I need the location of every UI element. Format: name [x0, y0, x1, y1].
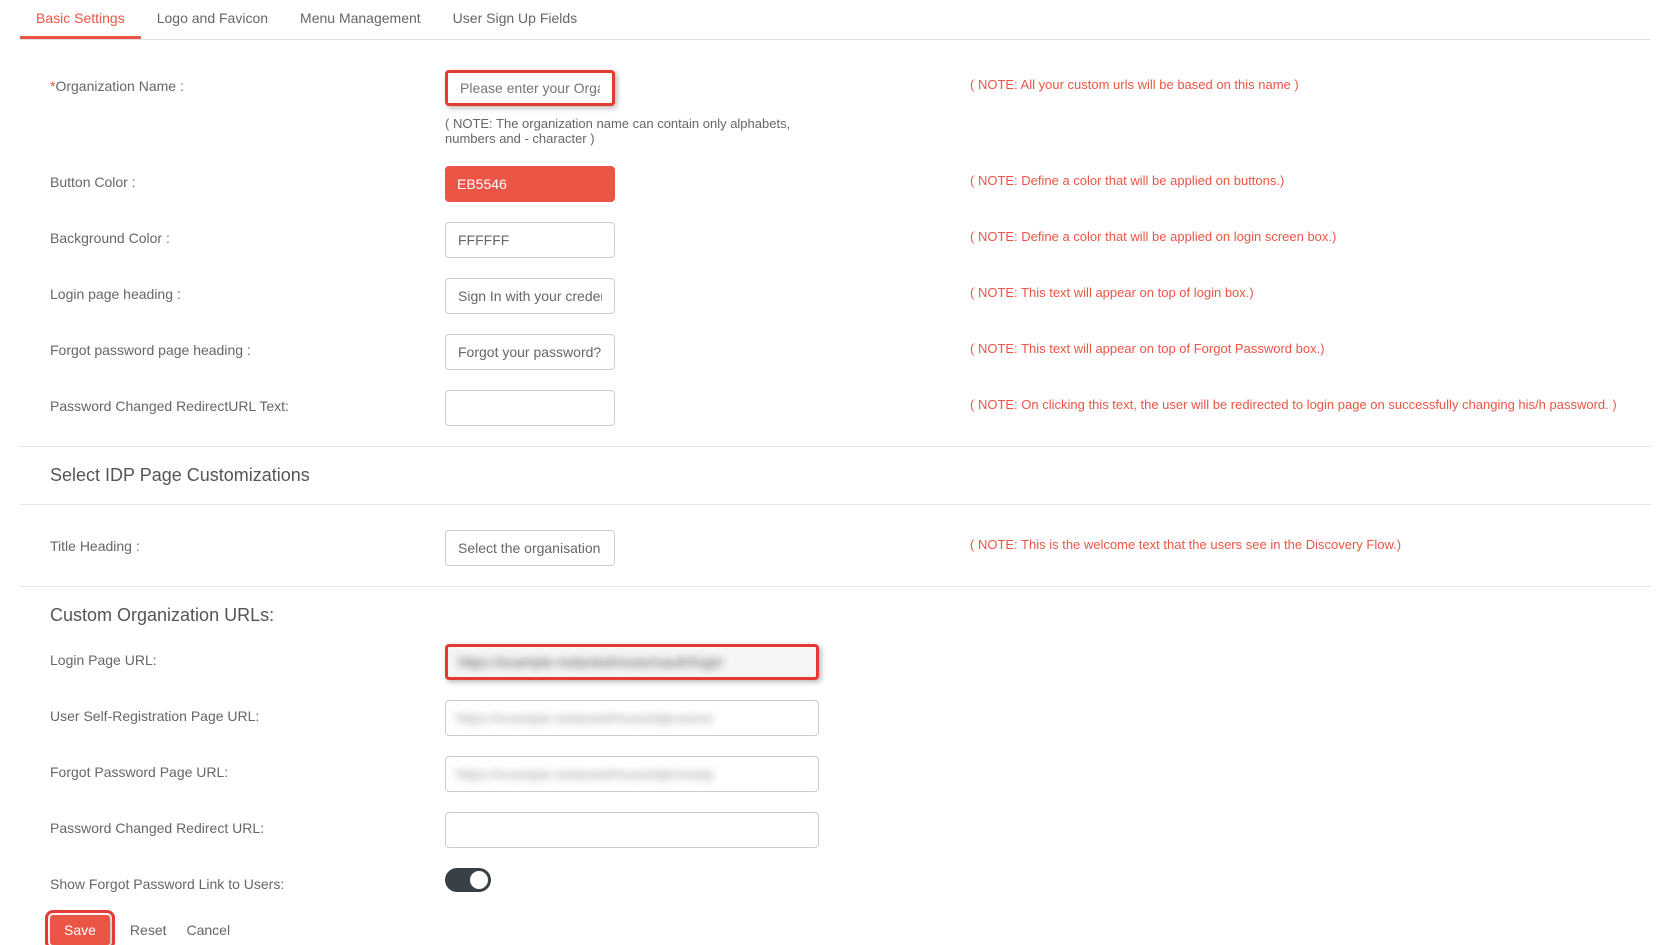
show-forgot-link-label: Show Forgot Password Link to Users: [50, 868, 445, 892]
row-password-redirect-text: Password Changed RedirectURL Text: ( NOT… [20, 390, 1651, 426]
row-organization-name: *Organization Name : ( NOTE: The organiz… [20, 70, 1651, 146]
row-login-heading: Login page heading : ( NOTE: This text w… [20, 278, 1651, 314]
title-heading-label: Title Heading : [50, 530, 445, 554]
password-changed-redirect-url-label: Password Changed Redirect URL: [50, 812, 445, 836]
row-login-url: Login Page URL: https://example-redacted… [20, 644, 1651, 680]
login-heading-input[interactable] [445, 278, 615, 314]
password-redirect-note: ( NOTE: On clicking this text, the user … [970, 397, 1617, 412]
self-registration-url-label: User Self-Registration Page URL: [50, 700, 445, 724]
password-changed-redirect-url-input[interactable] [445, 812, 819, 848]
password-redirect-label: Password Changed RedirectURL Text: [50, 390, 445, 414]
forgot-heading-note: ( NOTE: This text will appear on top of … [970, 341, 1325, 356]
show-forgot-toggle[interactable] [445, 868, 491, 892]
row-password-changed-redirect-url: Password Changed Redirect URL: [20, 812, 1651, 848]
custom-urls-heading: Custom Organization URLs: [20, 586, 1651, 644]
self-registration-url-value: https://example-redacted/moas/idp/usersr [456, 710, 808, 726]
login-heading-note: ( NOTE: This text will appear on top of … [970, 285, 1254, 300]
row-forgot-password-url: Forgot Password Page URL: https://exampl… [20, 756, 1651, 792]
cancel-button[interactable]: Cancel [187, 922, 231, 938]
forgot-heading-input[interactable] [445, 334, 615, 370]
organization-name-note: ( NOTE: All your custom urls will be bas… [970, 77, 1299, 92]
idp-section-heading: Select IDP Page Customizations [20, 446, 1651, 505]
forgot-heading-label: Forgot password page heading : [50, 334, 445, 358]
row-background-color: Background Color : ( NOTE: Define a colo… [20, 222, 1651, 258]
login-url-value: https://example-redacted/moas/oauth/logi… [458, 654, 806, 670]
tabs-bar: Basic Settings Logo and Favicon Menu Man… [20, 0, 1651, 40]
row-forgot-heading: Forgot password page heading : ( NOTE: T… [20, 334, 1651, 370]
button-color-input[interactable] [445, 166, 615, 202]
title-heading-input[interactable] [445, 530, 615, 566]
organization-name-label: *Organization Name : [50, 70, 445, 94]
tab-user-signup-fields[interactable]: User Sign Up Fields [437, 0, 594, 39]
background-color-label: Background Color : [50, 222, 445, 246]
login-heading-label: Login page heading : [50, 278, 445, 302]
tab-logo-favicon[interactable]: Logo and Favicon [141, 0, 284, 39]
button-color-note: ( NOTE: Define a color that will be appl… [970, 173, 1284, 188]
forgot-password-url-value: https://example-redacted/moas/idp/resetp [456, 766, 808, 782]
title-heading-note: ( NOTE: This is the welcome text that th… [970, 537, 1401, 552]
row-show-forgot-link: Show Forgot Password Link to Users: [20, 868, 1651, 895]
row-self-registration-url: User Self-Registration Page URL: https:/… [20, 700, 1651, 736]
action-bar: Save Reset Cancel [20, 915, 1651, 945]
button-color-label: Button Color : [50, 166, 445, 190]
login-url-label: Login Page URL: [50, 644, 445, 668]
tab-menu-management[interactable]: Menu Management [284, 0, 437, 39]
reset-button[interactable]: Reset [130, 922, 167, 938]
row-button-color: Button Color : ( NOTE: Define a color th… [20, 166, 1651, 202]
password-redirect-input[interactable] [445, 390, 615, 426]
background-color-note: ( NOTE: Define a color that will be appl… [970, 229, 1336, 244]
tab-basic-settings[interactable]: Basic Settings [20, 0, 141, 39]
organization-name-note-below: ( NOTE: The organization name can contai… [445, 116, 825, 146]
toggle-knob-icon [470, 871, 488, 889]
save-button[interactable]: Save [50, 915, 110, 945]
row-title-heading: Title Heading : ( NOTE: This is the welc… [20, 530, 1651, 566]
organization-name-input[interactable] [445, 70, 615, 106]
forgot-password-url-label: Forgot Password Page URL: [50, 756, 445, 780]
background-color-input[interactable] [445, 222, 615, 258]
